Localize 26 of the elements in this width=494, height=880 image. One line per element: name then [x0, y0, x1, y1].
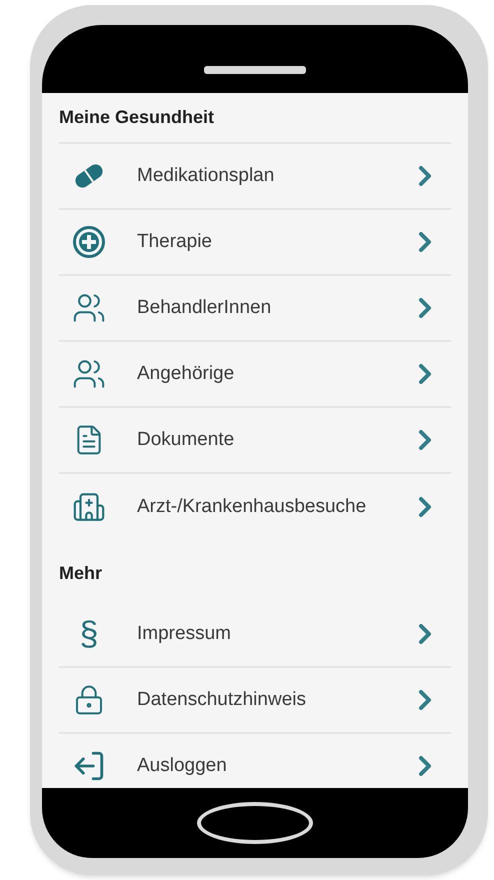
- menu-item-label: BehandlerInnen: [137, 296, 272, 320]
- menu-item[interactable]: Therapie: [59, 210, 451, 276]
- menu-item[interactable]: § Impressum: [59, 602, 451, 668]
- menu-item-label: Impressum: [137, 622, 232, 646]
- menu-item-label: Datenschutzhinweis: [137, 688, 307, 712]
- menu-item[interactable]: Arzt-/Krankenhausbesuche: [59, 474, 451, 540]
- section-heading: Meine Gesundheit: [59, 106, 214, 129]
- menu-item-label: Medikationsplan: [137, 164, 276, 188]
- menu-item[interactable]: Angehörige: [59, 342, 451, 408]
- menu-item[interactable]: Datenschutzhinweis: [59, 668, 451, 734]
- menu-item[interactable]: Medikationsplan: [59, 144, 451, 210]
- menu-item[interactable]: Ausloggen: [59, 734, 451, 788]
- lock-icon: [73, 684, 105, 716]
- home-button[interactable]: [197, 802, 313, 844]
- paragraph-icon: §: [80, 617, 98, 651]
- menu-item-label: Dokumente: [137, 428, 236, 452]
- menu-item-label: Arzt-/Krankenhausbesuche: [137, 494, 368, 519]
- menu-item[interactable]: Dokumente: [59, 408, 451, 474]
- exit-icon: [72, 749, 106, 783]
- plus-circle-icon: [72, 225, 106, 259]
- menu-item-label: Ausloggen: [137, 754, 228, 778]
- section-heading: Mehr: [59, 562, 102, 584]
- menu-item-label: Therapie: [137, 230, 213, 254]
- menu-item-label: Angehörige: [137, 362, 236, 386]
- menu-item[interactable]: BehandlerInnen: [59, 276, 451, 342]
- hospital-icon: [72, 490, 106, 524]
